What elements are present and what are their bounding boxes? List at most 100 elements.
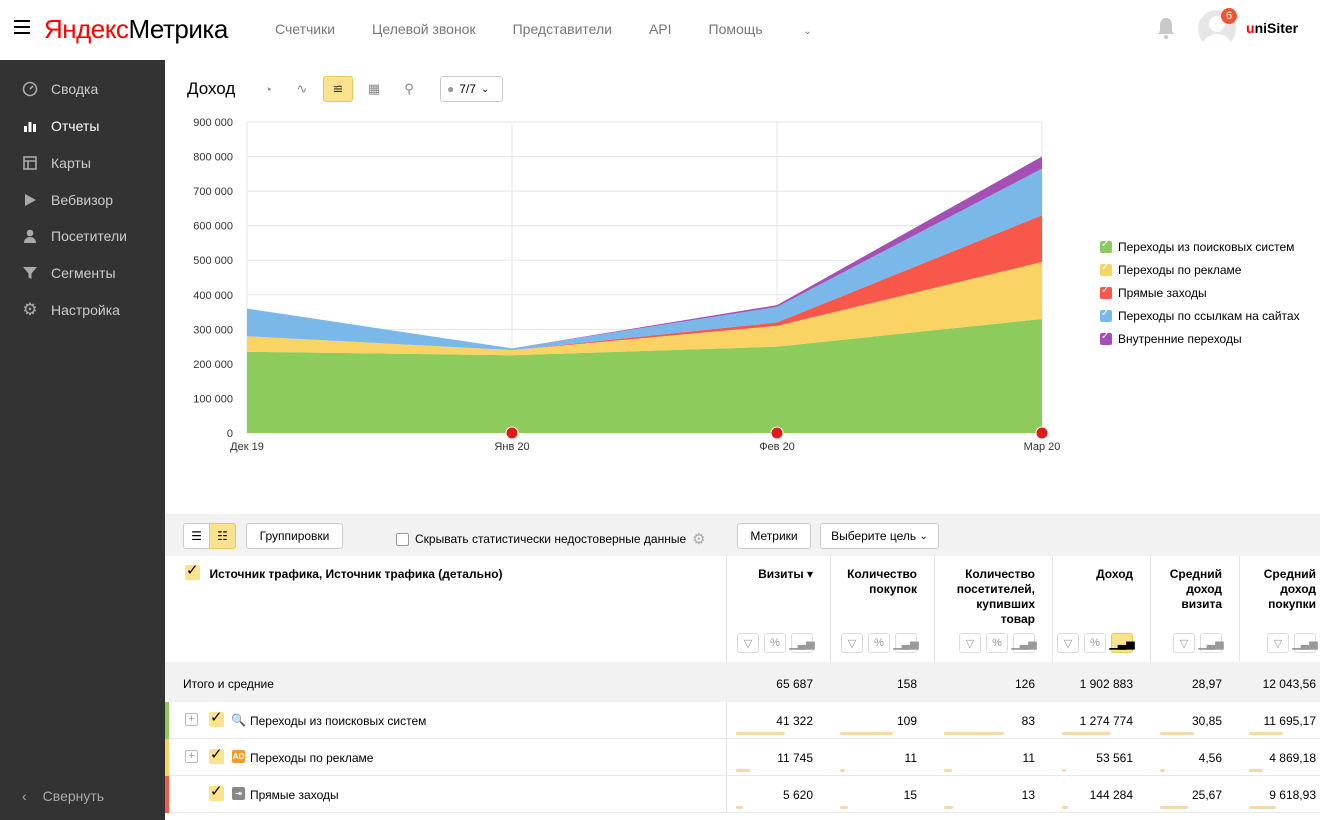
- filter-icon[interactable]: ▽: [841, 633, 863, 653]
- bars-icon[interactable]: ▁▃▅: [1109, 633, 1135, 653]
- cell-value: 5 620: [782, 788, 813, 802]
- cell-value: 4 869,18: [1269, 751, 1316, 765]
- cell-value: 4,56: [1198, 751, 1222, 765]
- hide-unreliable-checkbox[interactable]: [396, 532, 409, 546]
- filter-icon[interactable]: ▽: [959, 633, 981, 653]
- legend-checkbox[interactable]: [1100, 285, 1112, 299]
- row-checkbox[interactable]: [209, 708, 224, 727]
- percent-icon[interactable]: %: [764, 633, 786, 653]
- bars-icon[interactable]: ▁▃▅: [1198, 633, 1224, 653]
- filter-icon: [22, 265, 38, 281]
- logo[interactable]: ЯндексМетрика: [44, 14, 228, 45]
- user-name[interactable]: uniSiter: [1246, 20, 1298, 36]
- sidebar-item-label: Сводка: [51, 81, 99, 97]
- legend-item[interactable]: Прямые заходы: [1100, 281, 1300, 304]
- cell-value: 15: [903, 788, 917, 802]
- column-header-line: Доход: [1096, 567, 1133, 581]
- row-color-stripe: [165, 776, 169, 813]
- legend-checkbox[interactable]: [1100, 262, 1112, 276]
- nav-target-call[interactable]: Целевой звонок: [372, 21, 476, 37]
- sidebar-item-label: Отчеты: [51, 118, 100, 134]
- map-grid-icon: [22, 155, 38, 171]
- column-header[interactable]: Средний доход визита: [1170, 567, 1222, 612]
- legend-item[interactable]: Переходы по рекламе: [1100, 258, 1300, 281]
- cell-value: 144 284: [1089, 788, 1133, 802]
- goal-select[interactable]: Выберите цель ⌄: [820, 523, 939, 549]
- table-row[interactable]: ⇥ Прямые заходы 5 620 15 13 144 284 25,67 9 618…: [165, 776, 1320, 813]
- column-header[interactable]: Средний доход покупки: [1264, 567, 1316, 612]
- share-bar: [1062, 806, 1068, 809]
- column-header[interactable]: Визиты ▾: [758, 567, 813, 582]
- table-row[interactable]: + 🔍 Переходы из поисковых систем 41 322 109 8…: [165, 702, 1320, 739]
- percent-icon[interactable]: %: [1084, 633, 1106, 653]
- hide-unreliable-toggle[interactable]: Скрывать статистически недостоверные дан…: [396, 530, 706, 548]
- sidebar-item-reports[interactable]: Отчеты: [0, 108, 165, 144]
- collapse-sidebar-button[interactable]: ‹ Свернуть: [22, 788, 104, 804]
- sidebar-item-visitors[interactable]: Посетители: [0, 218, 165, 254]
- gear-icon[interactable]: ⚙: [692, 530, 705, 548]
- cell-value: 11 695,17: [1263, 714, 1317, 728]
- person-icon: [22, 228, 38, 244]
- legend-item[interactable]: Переходы по ссылкам на сайтах: [1100, 304, 1300, 327]
- column-divider: [726, 702, 727, 739]
- column-header-line: доход: [1186, 582, 1222, 596]
- bell-icon[interactable]: [1156, 16, 1176, 40]
- row-name[interactable]: Переходы из поисковых систем: [250, 714, 426, 728]
- bars-icon[interactable]: ▁▃▅: [893, 633, 919, 653]
- legend-checkbox[interactable]: [1100, 308, 1112, 322]
- bars-icon[interactable]: ▁▃▅: [1292, 633, 1318, 653]
- groupings-button[interactable]: Группировки: [246, 523, 343, 549]
- cell-value: 30,85: [1191, 714, 1222, 728]
- nav-api[interactable]: API: [649, 21, 672, 37]
- row-name[interactable]: Прямые заходы: [250, 788, 339, 802]
- chevron-left-icon: ‹: [22, 788, 27, 804]
- percent-icon[interactable]: %: [986, 633, 1008, 653]
- expand-icon[interactable]: +: [185, 713, 198, 726]
- percent-icon[interactable]: %: [868, 633, 890, 653]
- legend-item[interactable]: Внутренние переходы: [1100, 327, 1300, 350]
- column-divider: [1239, 556, 1240, 662]
- sidebar-item-segments[interactable]: Сегменты: [0, 255, 165, 291]
- sidebar-item-summary[interactable]: Сводка: [0, 71, 165, 107]
- sidebar-item-webvisor[interactable]: Вебвизор: [0, 182, 165, 218]
- column-header-line: Количество: [847, 567, 917, 581]
- filter-icon[interactable]: ▽: [1057, 633, 1079, 653]
- column-header[interactable]: Количество покупок: [847, 567, 917, 597]
- y-tick-label: 400 000: [193, 290, 233, 302]
- filter-icon[interactable]: ▽: [737, 633, 759, 653]
- share-bar: [1160, 732, 1195, 735]
- legend-item[interactable]: Переходы из поисковых систем: [1100, 235, 1300, 258]
- column-header[interactable]: Доход: [1096, 567, 1133, 582]
- expand-icon[interactable]: +: [185, 750, 198, 763]
- chart-legend: Переходы из поисковых систем Переходы по …: [1100, 235, 1300, 350]
- row-checkbox[interactable]: [209, 745, 224, 764]
- tree-view-button[interactable]: ☷: [209, 523, 236, 549]
- select-all-checkbox[interactable]: [185, 561, 200, 580]
- list-view-button[interactable]: ☰: [183, 523, 210, 549]
- column-header-line: купивших: [976, 597, 1035, 611]
- bars-icon[interactable]: ▁▃▅: [789, 633, 815, 653]
- column-header[interactable]: Количество посетителей, купивших товар: [957, 567, 1035, 627]
- cell-value: 41 322: [776, 714, 813, 728]
- column-divider: [726, 776, 727, 813]
- sidebar-item-settings[interactable]: ⚙ Настройка: [0, 292, 165, 328]
- menu-icon[interactable]: [14, 20, 30, 34]
- share-bar: [1160, 806, 1188, 809]
- y-tick-label: 100 000: [193, 393, 233, 405]
- row-name[interactable]: Переходы по рекламе: [250, 751, 373, 765]
- sidebar-item-maps[interactable]: Карты: [0, 145, 165, 181]
- bars-icon[interactable]: ▁▃▅: [1011, 633, 1037, 653]
- nav-representatives[interactable]: Представители: [513, 21, 612, 37]
- row-checkbox[interactable]: [209, 782, 224, 801]
- filter-icon[interactable]: ▽: [1173, 633, 1195, 653]
- filter-icon[interactable]: ▽: [1267, 633, 1289, 653]
- legend-checkbox[interactable]: [1100, 331, 1112, 345]
- metrics-button[interactable]: Метрики: [737, 523, 811, 549]
- nav-counters[interactable]: Счетчики: [275, 21, 335, 37]
- y-tick-label: 900 000: [193, 117, 233, 129]
- table-row[interactable]: + AD Переходы по рекламе 11 745 11 11 53 561 4,…: [165, 739, 1320, 776]
- column-divider: [726, 556, 727, 662]
- nav-help[interactable]: Помощь ⌄: [709, 21, 849, 37]
- legend-checkbox[interactable]: [1100, 239, 1112, 253]
- totals-value: 126: [1014, 677, 1035, 691]
